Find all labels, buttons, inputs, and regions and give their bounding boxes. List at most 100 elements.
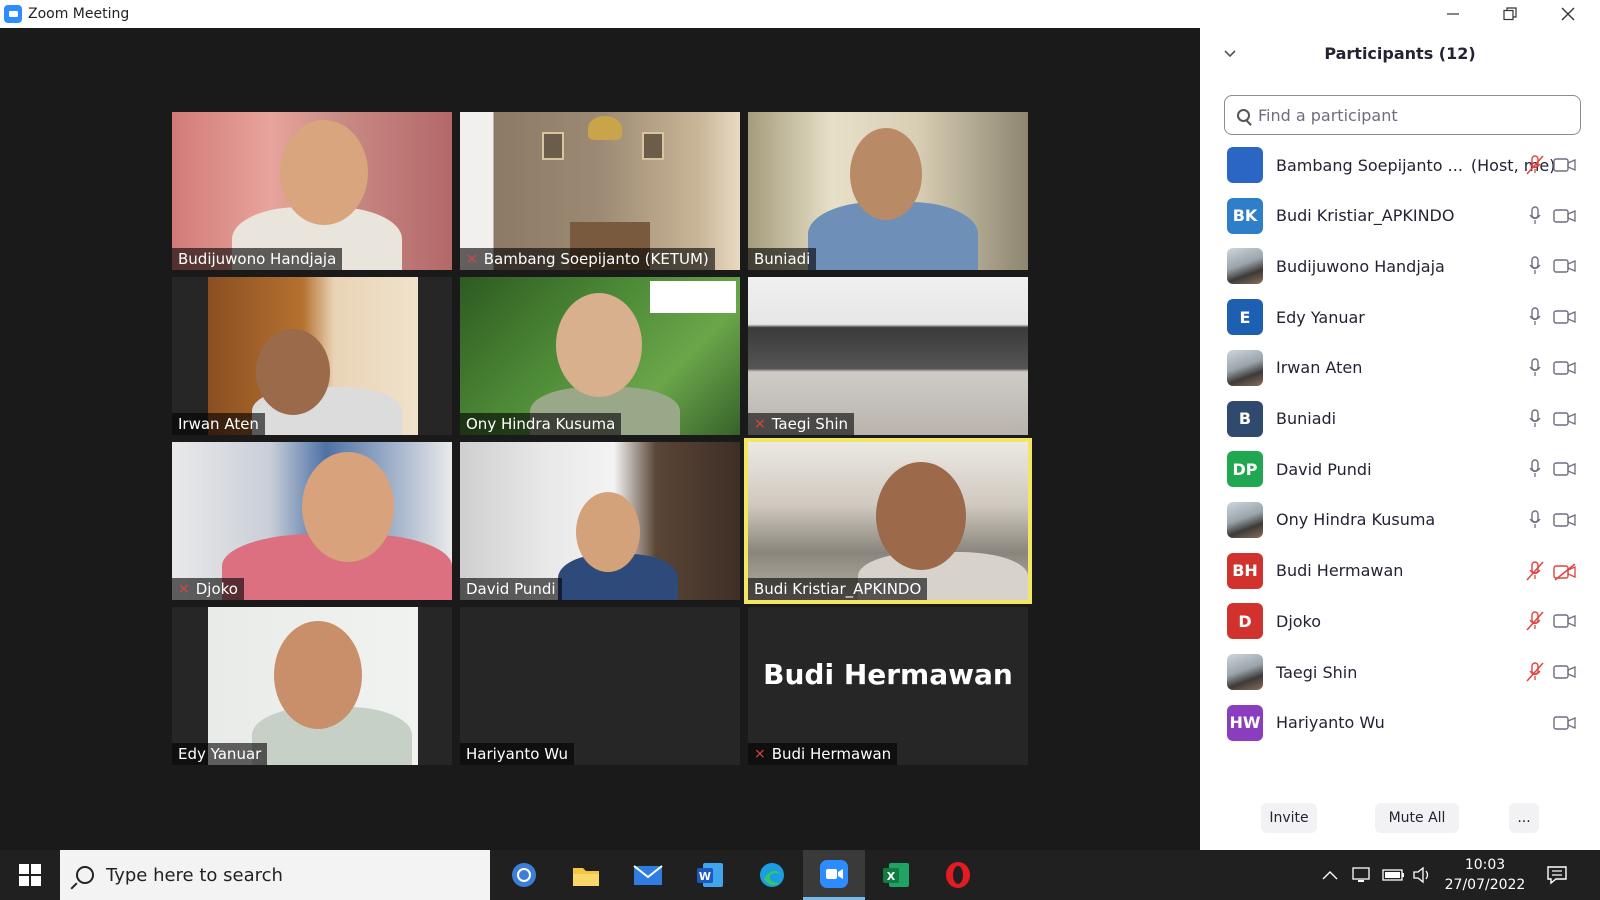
- outlook-icon[interactable]: [493, 850, 555, 900]
- participant-row[interactable]: BH Budi Hermawan: [1200, 546, 1600, 596]
- tile-display-name: Budi Hermawan: [763, 657, 1013, 691]
- mic-icon[interactable]: [1528, 509, 1542, 531]
- volume-icon[interactable]: [1412, 850, 1434, 900]
- avatar: HW: [1227, 704, 1263, 741]
- taskbar-search[interactable]: Type here to search: [60, 850, 490, 900]
- video-tile[interactable]: David Pundi: [460, 442, 740, 600]
- network-icon[interactable]: [1352, 850, 1374, 900]
- video-tile[interactable]: Buniadi: [748, 112, 1028, 270]
- video-camera-icon[interactable]: [1553, 512, 1577, 528]
- participant-row[interactable]: E Edy Yanuar: [1200, 292, 1600, 342]
- participant-row[interactable]: D Djoko: [1200, 596, 1600, 646]
- video-camera-icon[interactable]: [1553, 613, 1577, 629]
- video-tile[interactable]: Budi Hermawan ⨯ Budi Hermawan: [748, 607, 1028, 765]
- participant-search[interactable]: [1224, 95, 1581, 135]
- participant-row[interactable]: BK Budi Kristiar_APKINDO: [1200, 191, 1600, 241]
- video-camera-icon[interactable]: [1553, 664, 1577, 680]
- avatar: E: [1227, 299, 1263, 336]
- chevron-down-icon[interactable]: [1224, 46, 1236, 62]
- mic-muted-icon: ⨯: [466, 251, 478, 267]
- mic-icon[interactable]: [1528, 357, 1542, 379]
- notifications-icon[interactable]: [1546, 850, 1568, 900]
- word-icon[interactable]: W: [679, 850, 741, 900]
- video-tile[interactable]: Ony Hindra Kusuma: [460, 277, 740, 435]
- restore-button[interactable]: [1482, 0, 1538, 28]
- participant-row[interactable]: DP David Pundi: [1200, 444, 1600, 494]
- video-tile[interactable]: ⨯ Bambang Soepijanto (KETUM): [460, 112, 740, 270]
- clock-time: 10:03: [1464, 857, 1506, 873]
- mic-muted-icon: ⨯: [754, 746, 766, 762]
- mail-icon[interactable]: [617, 850, 679, 900]
- mic-muted-icon[interactable]: [1525, 560, 1544, 582]
- mic-muted-icon[interactable]: [1525, 154, 1544, 176]
- video-camera-icon[interactable]: [1553, 208, 1577, 224]
- participant-row[interactable]: Budijuwono Handjaja: [1200, 241, 1600, 291]
- mic-icon[interactable]: [1528, 205, 1542, 227]
- participant-search-input[interactable]: [1258, 105, 1558, 125]
- mic-icon[interactable]: [1528, 408, 1542, 430]
- participant-name: David Pundi: [1276, 460, 1372, 479]
- mic-muted-icon[interactable]: [1525, 661, 1544, 683]
- show-hidden-icons[interactable]: [1322, 850, 1338, 900]
- participant-row[interactable]: Taegi Shin: [1200, 647, 1600, 697]
- video-tile[interactable]: Budijuwono Handjaja: [172, 112, 452, 270]
- participant-name: Irwan Aten: [1276, 358, 1362, 377]
- opera-icon[interactable]: [927, 850, 989, 900]
- participant-name-text: David Pundi: [1276, 459, 1372, 479]
- start-button[interactable]: [0, 850, 60, 900]
- video-tile-active-speaker[interactable]: Budi Kristiar_APKINDO: [744, 438, 1032, 604]
- invite-button[interactable]: Invite: [1261, 803, 1317, 833]
- taskbar-clock[interactable]: 10:03 27/07/2022: [1440, 855, 1530, 895]
- tile-name-label: ⨯ Budi Hermawan: [748, 743, 898, 765]
- video-tile[interactable]: Irwan Aten: [172, 277, 452, 435]
- video-camera-icon[interactable]: [1553, 309, 1577, 325]
- more-options-button[interactable]: ...: [1509, 803, 1539, 833]
- file-explorer-icon[interactable]: [555, 850, 617, 900]
- participant-name-text: Budijuwono Handjaja: [1276, 256, 1445, 276]
- mic-icon[interactable]: [1528, 458, 1542, 480]
- mic-muted-icon[interactable]: [1525, 610, 1544, 632]
- participant-name-text: Buniadi: [1276, 409, 1337, 428]
- title-bar: Zoom Meeting: [0, 0, 1600, 28]
- participant-row[interactable]: Bambang Soepijanto ... (Host, me): [1200, 140, 1600, 190]
- taskbar-search-placeholder: Type here to search: [106, 864, 283, 886]
- tile-name-label: Budi Kristiar_APKINDO: [748, 578, 928, 600]
- search-icon: [76, 866, 94, 884]
- battery-icon[interactable]: [1382, 850, 1406, 900]
- participant-name: Budi Kristiar_APKINDO: [1276, 206, 1454, 225]
- tile-name-label: Irwan Aten: [172, 413, 265, 435]
- tile-name-label: Budijuwono Handjaja: [172, 248, 343, 270]
- zoom-icon[interactable]: [803, 850, 865, 900]
- video-camera-icon[interactable]: [1553, 258, 1577, 274]
- minimize-button[interactable]: [1425, 0, 1481, 28]
- video-tile[interactable]: Hariyanto Wu: [460, 607, 740, 765]
- participant-name: Ony Hindra Kusuma: [1276, 510, 1435, 529]
- participant-name-text: Djoko: [1276, 611, 1322, 631]
- video-tile[interactable]: Edy Yanuar: [172, 607, 452, 765]
- video-camera-icon[interactable]: [1553, 411, 1577, 427]
- mute-all-button[interactable]: Mute All: [1375, 803, 1459, 833]
- svg-text:W: W: [699, 870, 711, 883]
- excel-icon[interactable]: X: [865, 850, 927, 900]
- video-tile[interactable]: ⨯ Taegi Shin: [748, 277, 1028, 435]
- mic-muted-icon: ⨯: [178, 581, 190, 597]
- mic-icon[interactable]: [1528, 306, 1542, 328]
- video-camera-icon[interactable]: [1553, 715, 1577, 731]
- video-camera-icon[interactable]: [1553, 360, 1577, 376]
- participant-row[interactable]: Ony Hindra Kusuma: [1200, 495, 1600, 545]
- video-camera-icon[interactable]: [1553, 461, 1577, 477]
- mic-icon[interactable]: [1528, 255, 1542, 277]
- participant-row[interactable]: Irwan Aten: [1200, 343, 1600, 393]
- video-camera-icon[interactable]: [1553, 157, 1577, 173]
- video-tile[interactable]: ⨯ Djoko: [172, 442, 452, 600]
- participant-row[interactable]: B Buniadi: [1200, 394, 1600, 444]
- chevron-up-icon: [1322, 871, 1338, 880]
- tile-name-label: ⨯ Taegi Shin: [748, 413, 854, 435]
- video-off-icon[interactable]: [1553, 563, 1577, 581]
- tile-name-label: ⨯ Bambang Soepijanto (KETUM): [460, 248, 715, 270]
- search-icon: [1237, 108, 1250, 122]
- close-button[interactable]: [1540, 0, 1596, 28]
- video-gallery: Budijuwono Handjaja ⨯ Bambang Soepijanto…: [0, 28, 1200, 850]
- participant-row[interactable]: HW Hariyanto Wu: [1200, 698, 1600, 748]
- edge-icon[interactable]: [741, 850, 803, 900]
